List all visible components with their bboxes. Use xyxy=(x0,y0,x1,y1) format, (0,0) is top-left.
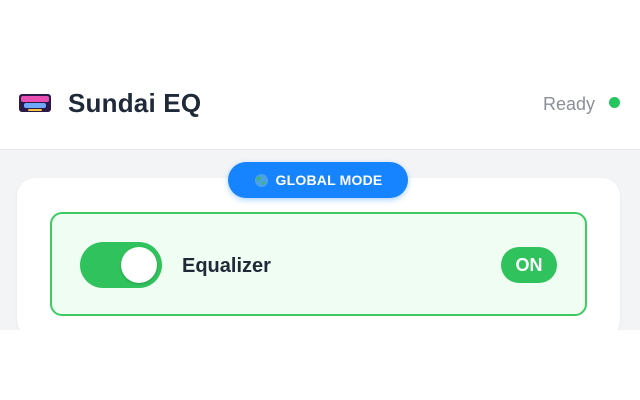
equalizer-panel: Equalizer ON xyxy=(50,212,587,316)
globe-icon xyxy=(254,173,268,187)
mode-label: GLOBAL MODE xyxy=(275,172,383,188)
status-indicator-dot xyxy=(609,97,620,108)
app-header: Sundai EQ Ready xyxy=(0,0,640,150)
global-mode-badge[interactable]: GLOBAL MODE xyxy=(228,162,408,198)
sundai-logo xyxy=(19,94,51,112)
bottom-blank xyxy=(0,330,640,400)
status-text: Ready xyxy=(543,94,596,114)
equalizer-label: Equalizer xyxy=(182,255,271,277)
toggle-knob xyxy=(121,247,157,283)
app-title: Sundai EQ xyxy=(68,88,202,118)
equalizer-state-badge: ON xyxy=(501,247,557,283)
equalizer-toggle[interactable] xyxy=(80,242,162,288)
